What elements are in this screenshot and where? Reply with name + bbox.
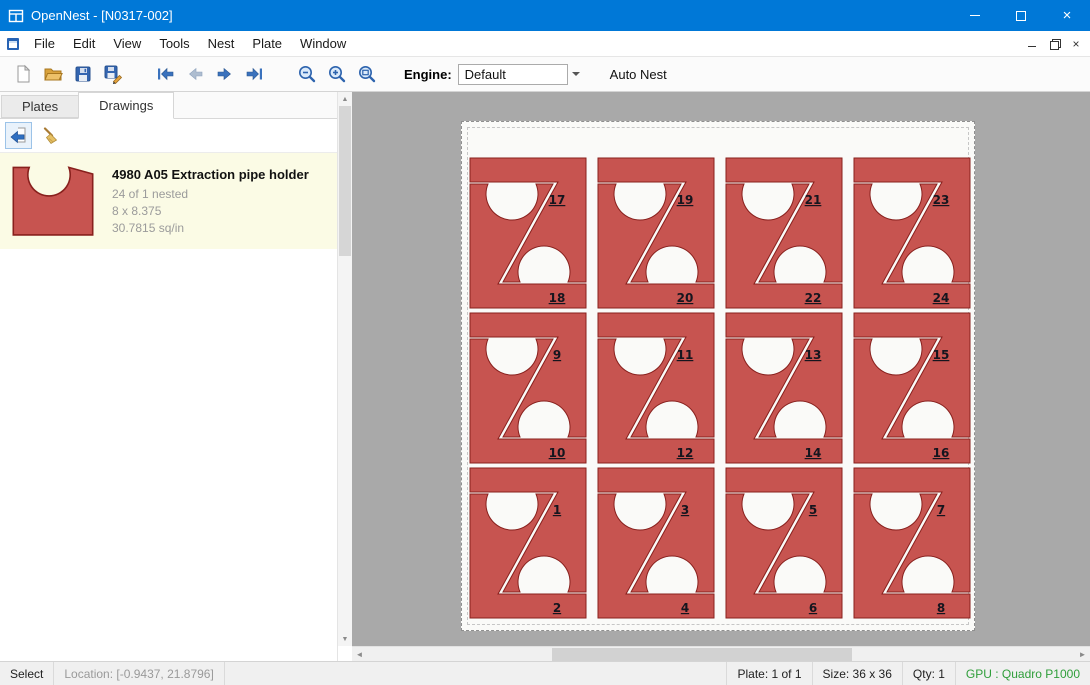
mdi-restore-icon[interactable] bbox=[1043, 34, 1065, 54]
engine-label: Engine: bbox=[404, 67, 452, 82]
mdi-close-icon[interactable]: × bbox=[1065, 34, 1087, 54]
drawing-item[interactable]: 4980 A05 Extraction pipe holder 24 of 1 … bbox=[0, 153, 337, 249]
part-number-label: 24 bbox=[933, 291, 950, 305]
menu-window[interactable]: Window bbox=[291, 32, 355, 55]
status-mode: Select bbox=[0, 662, 54, 685]
open-icon[interactable] bbox=[38, 60, 68, 88]
nav-first-icon[interactable] bbox=[150, 60, 180, 88]
zoom-in-icon[interactable] bbox=[322, 60, 352, 88]
part-number-label: 10 bbox=[549, 446, 566, 460]
menu-bar: File Edit View Tools Nest Plate Window × bbox=[0, 31, 1090, 57]
part-number-label: 5 bbox=[809, 503, 817, 517]
menu-file[interactable]: File bbox=[25, 32, 64, 55]
minimize-icon[interactable] bbox=[952, 0, 998, 31]
part-number-label: 1 bbox=[553, 503, 561, 517]
scroll-up-icon[interactable]: ▲ bbox=[338, 92, 352, 106]
zoom-group bbox=[292, 60, 382, 88]
import-icon[interactable] bbox=[5, 122, 32, 149]
drawing-nested-count: 24 of 1 nested bbox=[112, 187, 309, 201]
nav-prev-icon[interactable] bbox=[180, 60, 210, 88]
status-location: Location: [-0.9437, 21.8796] bbox=[54, 662, 224, 685]
part-number-label: 8 bbox=[937, 601, 945, 615]
window-controls: × bbox=[952, 0, 1090, 31]
drawing-area: 30.7815 sq/in bbox=[112, 221, 309, 235]
part-number-label: 13 bbox=[805, 348, 822, 362]
clean-broom-icon[interactable] bbox=[37, 122, 64, 149]
menu-plate[interactable]: Plate bbox=[243, 32, 291, 55]
part-number-label: 20 bbox=[677, 291, 694, 305]
part-number-label: 16 bbox=[933, 446, 950, 460]
new-file-icon[interactable] bbox=[8, 60, 38, 88]
status-right-group: Plate: 1 of 1 Size: 36 x 36 Qty: 1 GPU :… bbox=[726, 662, 1090, 685]
mdi-window-controls: × bbox=[1021, 34, 1087, 54]
drawing-item-info: 4980 A05 Extraction pipe holder 24 of 1 … bbox=[112, 162, 309, 239]
part-number-label: 4 bbox=[681, 601, 689, 615]
nav-group bbox=[150, 60, 270, 88]
drawings-toolbar bbox=[0, 119, 337, 153]
part-number-label: 6 bbox=[809, 601, 817, 615]
menu-view[interactable]: View bbox=[104, 32, 150, 55]
app-icon bbox=[8, 8, 24, 24]
engine-dropdown-icon[interactable] bbox=[568, 64, 584, 85]
scroll-right-icon[interactable]: ► bbox=[1075, 647, 1090, 662]
zoom-out-icon[interactable] bbox=[292, 60, 322, 88]
part-number-label: 7 bbox=[937, 503, 945, 517]
sidebar-scrollbar[interactable]: ▲ ▼ bbox=[338, 92, 352, 646]
mdi-minimize-icon[interactable] bbox=[1021, 34, 1043, 54]
sidebar: Plates Drawings bbox=[0, 92, 338, 661]
drawing-title: 4980 A05 Extraction pipe holder bbox=[112, 167, 309, 182]
scroll-left-icon[interactable]: ◄ bbox=[352, 647, 367, 662]
sidebar-tabs: Plates Drawings bbox=[0, 92, 337, 119]
part-number-label: 18 bbox=[549, 291, 566, 305]
status-size: Size: 36 x 36 bbox=[812, 662, 902, 685]
plate[interactable]: 171819202122232491011121314151612345678 bbox=[461, 121, 975, 631]
save-as-icon[interactable] bbox=[98, 60, 128, 88]
part-thumbnail bbox=[8, 162, 100, 239]
engine-select[interactable]: Default bbox=[458, 64, 568, 85]
nest-canvas[interactable]: 171819202122232491011121314151612345678 bbox=[352, 92, 1090, 646]
app-window: OpenNest - [N0317-002] × File Edit View … bbox=[0, 0, 1090, 685]
part-number-label: 3 bbox=[681, 503, 689, 517]
document-icon bbox=[5, 36, 21, 52]
part-number-label: 21 bbox=[805, 193, 822, 207]
window-title: OpenNest - [N0317-002] bbox=[31, 8, 173, 23]
status-plate: Plate: 1 of 1 bbox=[726, 662, 811, 685]
part-number-label: 15 bbox=[933, 348, 950, 362]
menu-edit[interactable]: Edit bbox=[64, 32, 104, 55]
scroll-down-icon[interactable]: ▼ bbox=[338, 632, 352, 646]
menu-nest[interactable]: Nest bbox=[199, 32, 244, 55]
status-qty: Qty: 1 bbox=[902, 662, 955, 685]
part-number-label: 2 bbox=[553, 601, 561, 615]
canvas-hscroll-thumb[interactable] bbox=[552, 648, 852, 661]
engine-value: Default bbox=[465, 67, 506, 82]
part-number-label: 14 bbox=[805, 446, 822, 460]
tab-drawings[interactable]: Drawings bbox=[78, 92, 174, 119]
file-group bbox=[8, 60, 128, 88]
menu-tools[interactable]: Tools bbox=[150, 32, 198, 55]
sidebar-scroll-thumb[interactable] bbox=[339, 106, 351, 256]
maximize-icon[interactable] bbox=[998, 0, 1044, 31]
zoom-fit-icon[interactable] bbox=[352, 60, 382, 88]
save-icon[interactable] bbox=[68, 60, 98, 88]
nav-last-icon[interactable] bbox=[240, 60, 270, 88]
nest-svg: 171819202122232491011121314151612345678 bbox=[462, 122, 976, 632]
close-icon[interactable]: × bbox=[1044, 0, 1090, 31]
part-number-label: 11 bbox=[677, 348, 694, 362]
tab-plates[interactable]: Plates bbox=[1, 95, 79, 118]
canvas-hscrollbar[interactable]: ◄ ► bbox=[352, 646, 1090, 661]
main-toolbar: Engine: Default Auto Nest bbox=[0, 57, 1090, 92]
part-number-label: 22 bbox=[805, 291, 822, 305]
status-gpu: GPU : Quadro P1000 bbox=[955, 662, 1090, 685]
part-number-label: 17 bbox=[549, 193, 566, 207]
part-number-label: 23 bbox=[933, 193, 950, 207]
part-number-label: 9 bbox=[553, 348, 561, 362]
part-number-label: 19 bbox=[677, 193, 694, 207]
title-bar: OpenNest - [N0317-002] × bbox=[0, 0, 1090, 31]
drawing-size: 8 x 8.375 bbox=[112, 204, 309, 218]
nav-next-icon[interactable] bbox=[210, 60, 240, 88]
auto-nest-button[interactable]: Auto Nest bbox=[610, 67, 667, 82]
part-number-label: 12 bbox=[677, 446, 694, 460]
status-bar: Select Location: [-0.9437, 21.8796] Plat… bbox=[0, 661, 1090, 685]
